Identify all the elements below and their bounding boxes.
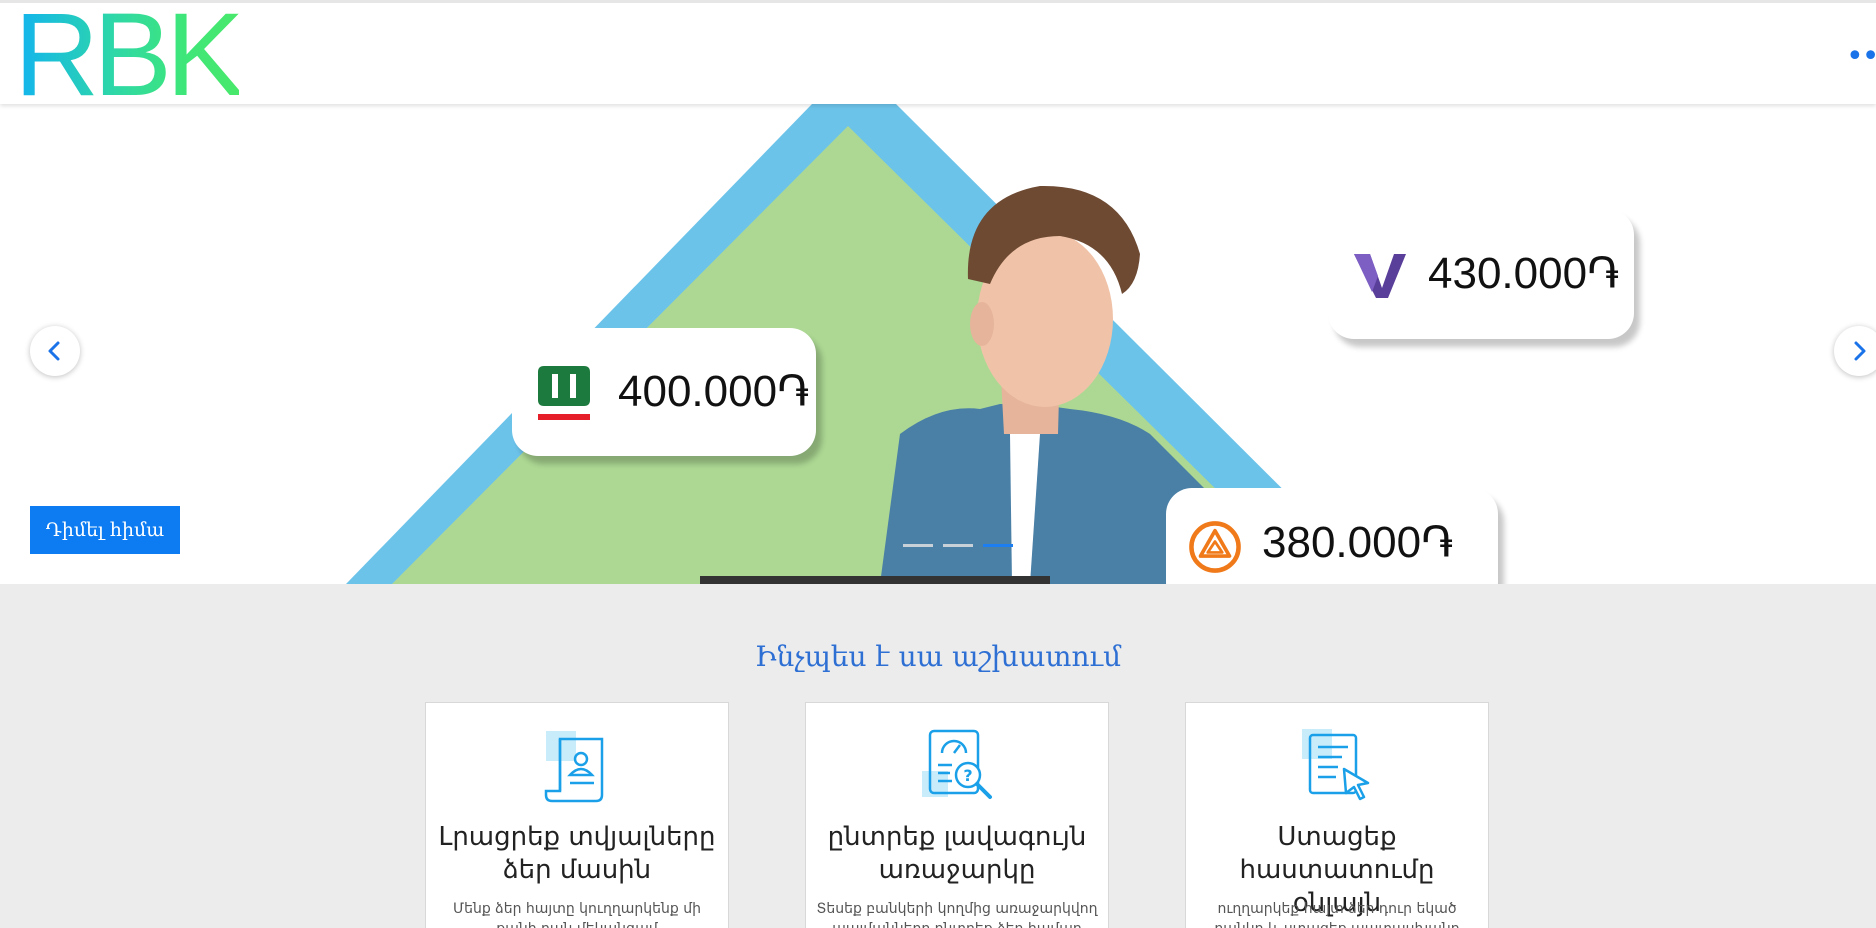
chevron-right-icon (1854, 341, 1866, 361)
hero-background (346, 104, 1378, 584)
step-title: ընտրեք լավագույն առաջարկը (827, 822, 1087, 885)
site-logo[interactable]: RBK (14, 0, 245, 114)
report-search-icon: ? (922, 729, 992, 799)
vtb-bank-logo (1354, 254, 1406, 298)
how-it-works-section: Ինչպես է սա աշխատում Լրացրեք տվյալները ձ… (0, 584, 1876, 928)
slider-prev-button[interactable] (30, 326, 80, 376)
offer-card: 400.000֏ (512, 328, 816, 456)
slider-dot-active[interactable] (983, 544, 1013, 547)
step-card: Լրացրեք տվյալները ձեր մասին Մենք ձեր հայ… (425, 702, 729, 928)
chevron-left-icon (48, 341, 60, 361)
offer-card: 430.000֏ (1328, 209, 1634, 339)
hero-slider: 400.000֏ 430.000֏ 380.000֏ Դիմել հիմա (0, 104, 1876, 584)
step-card: Ստացեք հաստատումը օնլայն ուղղարկեք հայտ … (1185, 702, 1489, 928)
acba-bank-logo (538, 366, 590, 420)
offer-card: 380.000֏ (1166, 488, 1498, 584)
section-title: Ինչպես է սա աշխատում (754, 640, 1122, 673)
page: RBK ••• (0, 0, 1876, 928)
more-dots-icon[interactable]: ••• (1846, 42, 1876, 72)
step-description: Մենք ձեր հայտը կուղղարկենք մի քանի բան մ… (453, 901, 701, 928)
slider-next-button[interactable] (1834, 326, 1876, 376)
document-click-icon (1302, 729, 1370, 801)
form-document-icon (544, 731, 604, 803)
step-description: ուղղարկեք հայտ ձեր դուր եկած բանկը և ստա… (1214, 901, 1459, 928)
slider-dot[interactable] (903, 544, 933, 547)
offer-amount: 380.000֏ (1262, 518, 1454, 567)
slider-indicators (903, 544, 1013, 547)
step-card: ? ընտրեք լավագույն առաջարկը Տեսեք բանկեր… (805, 702, 1109, 928)
site-header: RBK ••• (0, 0, 1876, 114)
svg-text:?: ? (963, 766, 972, 785)
slider-dot[interactable] (943, 544, 973, 547)
offer-amount: 430.000֏ (1428, 249, 1620, 298)
offer-amount: 400.000֏ (618, 367, 810, 416)
ameria-bank-logo (1189, 521, 1241, 573)
apply-now-button[interactable]: Դիմել հիմա (30, 506, 180, 554)
step-description: Տեսեք բանկերի կողմից առաջարկվող պայմաննե… (816, 901, 1098, 928)
step-title: Լրացրեք տվյալները ձեր մասին (438, 822, 716, 885)
